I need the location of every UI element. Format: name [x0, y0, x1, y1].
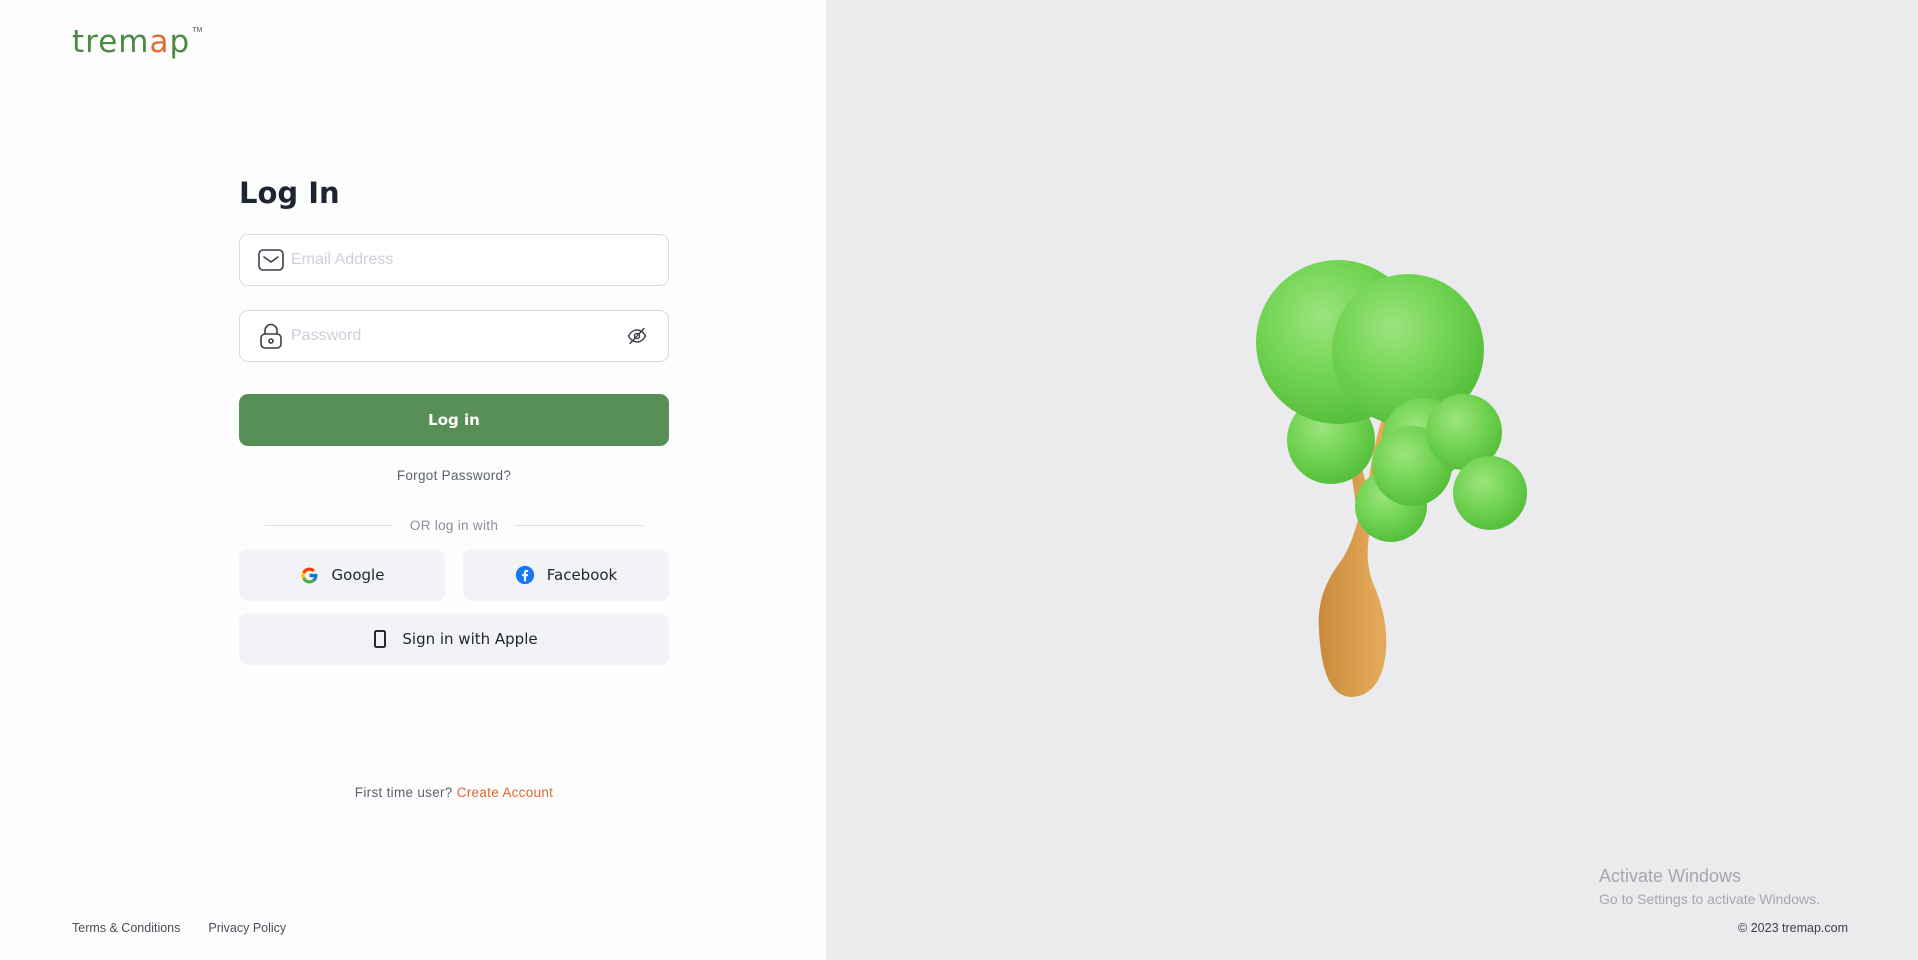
phone-icon	[370, 629, 390, 649]
facebook-icon	[515, 565, 535, 585]
windows-activation-watermark: Activate Windows Go to Settings to activ…	[1599, 866, 1820, 907]
login-button[interactable]: Log in	[239, 394, 669, 446]
watermark-title: Activate Windows	[1599, 866, 1742, 886]
eye-off-icon[interactable]	[624, 323, 650, 349]
trademark-mark: TM	[192, 27, 203, 34]
logo-text: tremap	[72, 24, 191, 60]
signup-text: First time user?	[354, 785, 453, 800]
email-input[interactable]	[291, 235, 668, 285]
forgot-password-link[interactable]: Forgot Password?	[239, 468, 669, 483]
facebook-label: Facebook	[546, 566, 618, 584]
password-input[interactable]	[291, 311, 624, 361]
google-icon	[300, 565, 320, 585]
google-login-button[interactable]: Google	[239, 549, 445, 601]
mail-icon	[257, 246, 285, 274]
footer-links: Terms & Conditions Privacy Policy	[72, 921, 286, 935]
signup-prompt: First time user? Create Account	[239, 785, 669, 800]
terms-link[interactable]: Terms & Conditions	[72, 921, 180, 935]
page-title: Log In	[239, 176, 340, 210]
email-field[interactable]	[239, 234, 669, 286]
lock-icon	[257, 322, 285, 350]
or-divider: OR log in with	[265, 515, 644, 535]
divider-line	[515, 524, 644, 526]
tree-illustration	[1256, 260, 1527, 697]
google-label: Google	[331, 566, 385, 584]
create-account-link[interactable]: Create Account	[457, 785, 554, 800]
facebook-login-button[interactable]: Facebook	[463, 549, 669, 601]
copyright-text: © 2023 tremap.com	[1738, 921, 1848, 935]
privacy-link[interactable]: Privacy Policy	[208, 921, 286, 935]
brand-logo[interactable]: tremap TM	[72, 22, 202, 62]
divider-line	[265, 524, 393, 526]
apple-login-button[interactable]: Sign in with Apple	[239, 613, 669, 665]
apple-label: Sign in with Apple	[402, 630, 538, 648]
login-panel: tremap TM Log In Log in Forgot Password?…	[0, 0, 826, 960]
divider-text: OR log in with	[409, 517, 499, 533]
watermark-subtitle: Go to Settings to activate Windows.	[1599, 891, 1820, 907]
password-field[interactable]	[239, 310, 669, 362]
